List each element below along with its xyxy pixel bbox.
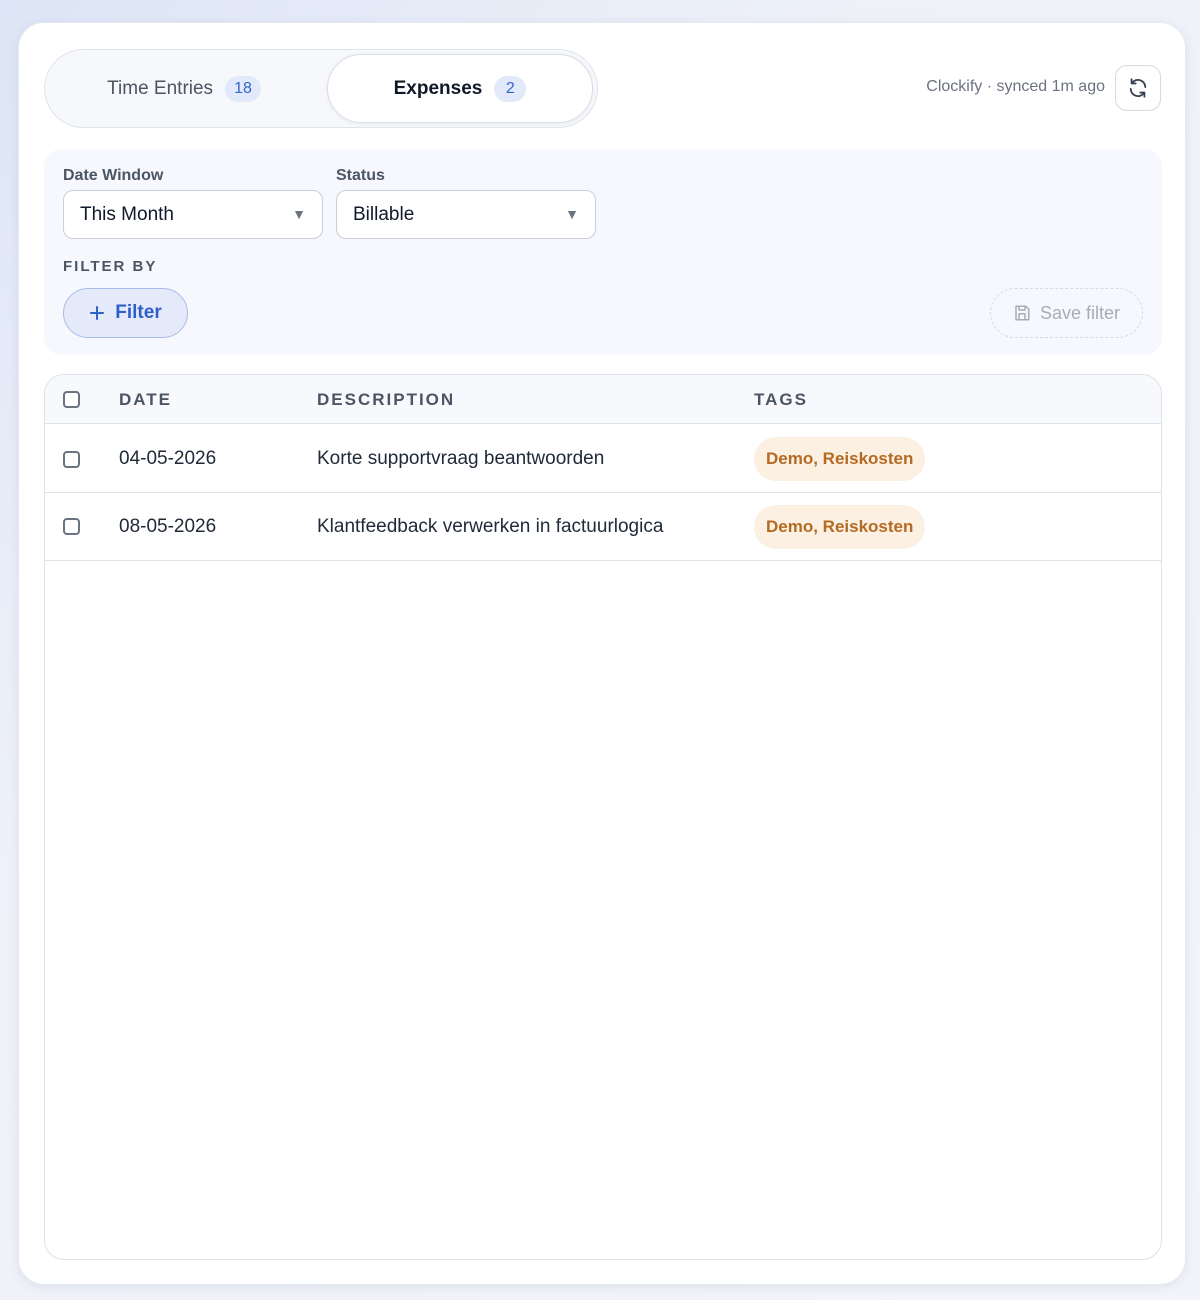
save-filter-button[interactable]: Save filter bbox=[990, 288, 1143, 338]
main-card: Time Entries 18 Expenses 2 Clockify · sy… bbox=[18, 22, 1186, 1285]
row-tags: Demo, Reiskosten bbox=[754, 505, 926, 549]
count-badge: 18 bbox=[225, 75, 261, 102]
filter-panel: Date Window This Month ▼ Status Billable… bbox=[44, 149, 1162, 355]
entries-table: DATE DESCRIPTION TAGS 04-05-2026 Korte s… bbox=[44, 374, 1162, 1260]
tab-label: Expenses bbox=[393, 77, 483, 99]
tab-switcher: Time Entries 18 Expenses 2 bbox=[44, 49, 598, 128]
caret-down-icon: ▼ bbox=[292, 206, 306, 222]
row-description: Korte supportvraag beantwoorden bbox=[317, 448, 605, 469]
row-checkbox[interactable] bbox=[63, 451, 80, 468]
tab-label: Time Entries bbox=[107, 77, 214, 99]
tab-expenses[interactable]: Expenses 2 bbox=[327, 54, 593, 123]
add-filter-label: Filter bbox=[115, 302, 162, 323]
date-window-value: This Month bbox=[80, 203, 174, 225]
filter-by-label: FILTER BY bbox=[63, 258, 158, 275]
status-select[interactable]: Billable ▼ bbox=[336, 190, 596, 239]
status-label: Status bbox=[336, 167, 385, 184]
status-value: Billable bbox=[353, 203, 415, 225]
table-header: DATE DESCRIPTION TAGS bbox=[45, 375, 1161, 424]
tab-time-entries[interactable]: Time Entries 18 bbox=[49, 54, 319, 123]
header-date: DATE bbox=[119, 390, 173, 409]
header-tags: TAGS bbox=[754, 390, 808, 409]
date-window-select[interactable]: This Month ▼ bbox=[63, 190, 323, 239]
row-date: 08-05-2026 bbox=[119, 516, 217, 537]
row-date: 04-05-2026 bbox=[119, 448, 217, 469]
refresh-button[interactable] bbox=[1115, 65, 1161, 111]
add-filter-button[interactable]: Filter bbox=[63, 288, 188, 338]
sync-status: Clockify · synced 1m ago bbox=[926, 78, 1105, 95]
table-row[interactable]: 04-05-2026 Korte supportvraag beantwoord… bbox=[45, 425, 1161, 493]
select-all-checkbox[interactable] bbox=[63, 391, 80, 408]
plus-icon bbox=[90, 306, 105, 320]
floppy-disk-icon bbox=[1015, 305, 1030, 321]
save-filter-label: Save filter bbox=[1039, 302, 1121, 323]
date-window-label: Date Window bbox=[63, 167, 164, 184]
header-description: DESCRIPTION bbox=[317, 390, 456, 409]
row-description: Klantfeedback verwerken in factuurlogica bbox=[317, 516, 664, 537]
count-badge: 2 bbox=[494, 75, 527, 102]
table-row[interactable]: 08-05-2026 Klantfeedback verwerken in fa… bbox=[45, 493, 1161, 561]
caret-down-icon: ▼ bbox=[565, 206, 579, 222]
row-tags: Demo, Reiskosten bbox=[754, 437, 926, 481]
refresh-icon bbox=[1129, 78, 1147, 98]
row-checkbox[interactable] bbox=[63, 518, 80, 535]
